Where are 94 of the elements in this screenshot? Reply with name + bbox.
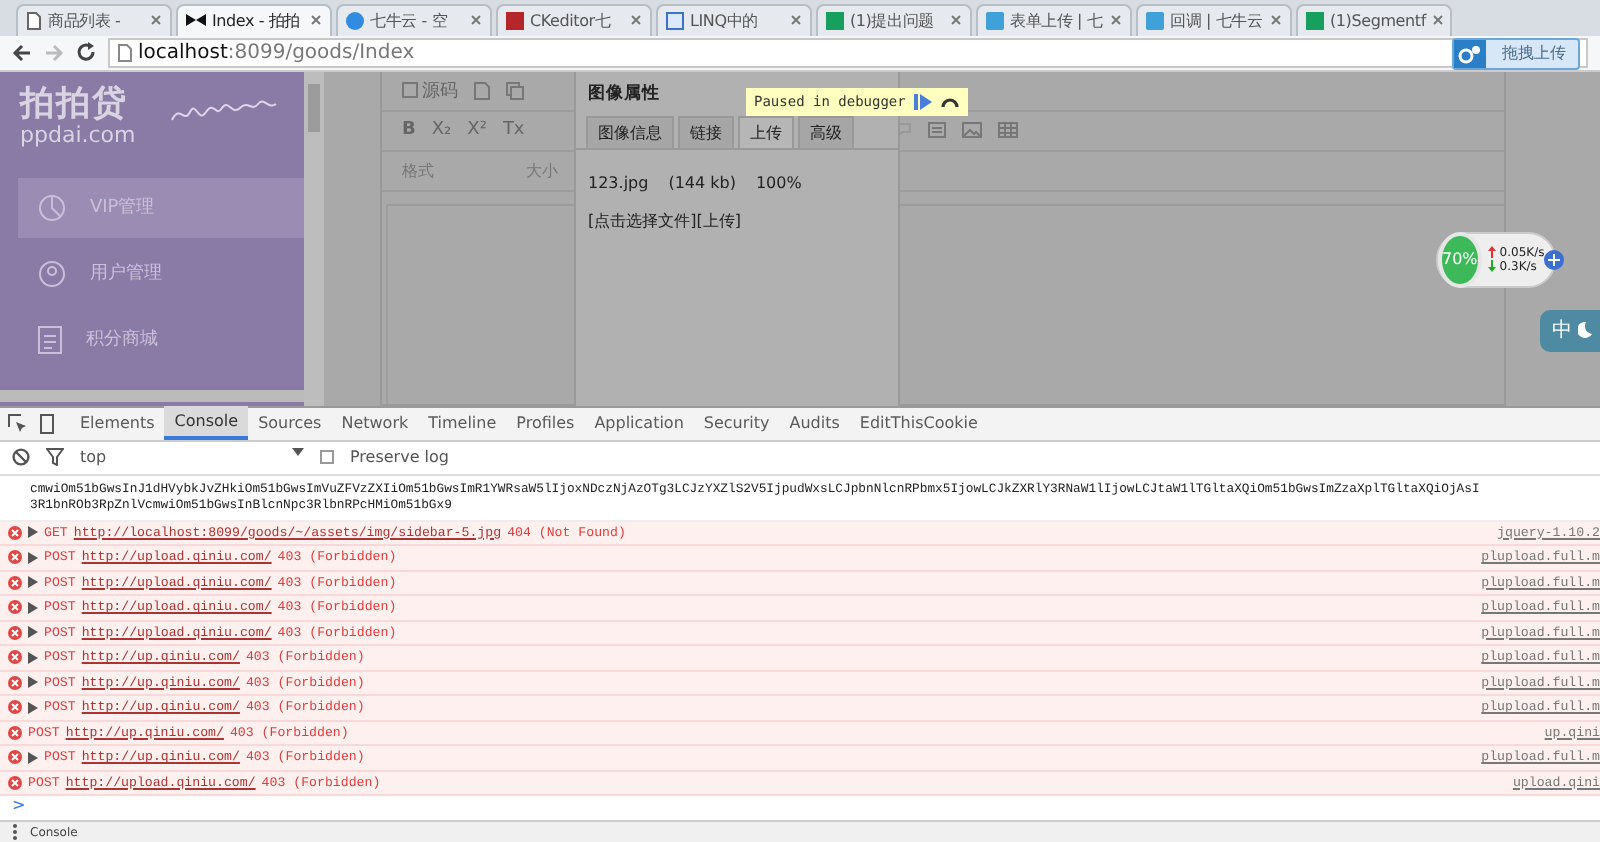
close-icon[interactable] bbox=[1431, 14, 1444, 27]
dialog-tab[interactable]: 链接 bbox=[678, 115, 734, 148]
devtools-tab[interactable]: Sources bbox=[248, 406, 332, 440]
error-icon bbox=[8, 600, 22, 615]
browser-tab[interactable]: 商品列表 - bbox=[16, 3, 172, 36]
file-size: (144 kb) bbox=[668, 173, 736, 192]
sf-logo-icon bbox=[826, 11, 844, 30]
close-icon[interactable] bbox=[470, 14, 482, 27]
browser-tab[interactable]: 回调 | 七牛云 bbox=[1136, 3, 1292, 36]
expand-icon[interactable] bbox=[28, 651, 38, 664]
page-icon bbox=[118, 43, 132, 62]
close-icon[interactable] bbox=[1110, 14, 1122, 27]
close-icon[interactable] bbox=[950, 14, 962, 27]
browser-tab[interactable]: (1)Segmentf bbox=[1296, 3, 1452, 36]
expand-icon[interactable] bbox=[28, 676, 38, 689]
context-select[interactable]: top bbox=[80, 448, 304, 466]
devtools-tab[interactable]: Audits bbox=[779, 406, 850, 440]
ime-button[interactable]: 中 bbox=[1540, 309, 1600, 352]
logo-subtext: ppdai.com bbox=[20, 123, 136, 148]
back-icon[interactable] bbox=[12, 43, 32, 62]
devtools-tab[interactable]: Security bbox=[693, 406, 780, 440]
sf-logo-icon bbox=[1306, 11, 1324, 30]
down-arrow-icon bbox=[1487, 260, 1496, 273]
expand-icon[interactable] bbox=[28, 701, 38, 714]
step-over-icon[interactable] bbox=[939, 94, 960, 109]
menu-icon[interactable] bbox=[12, 824, 18, 840]
close-icon[interactable] bbox=[1270, 14, 1282, 27]
error-icon bbox=[8, 775, 22, 790]
expand-icon[interactable] bbox=[28, 626, 38, 639]
memory-percent: 70% bbox=[1438, 231, 1482, 288]
devtools-tab[interactable]: Application bbox=[584, 406, 694, 440]
browser-tab[interactable]: 表单上传 | 七 bbox=[976, 3, 1132, 36]
circle-icon bbox=[346, 11, 364, 30]
error-icon bbox=[8, 575, 22, 590]
close-icon[interactable] bbox=[310, 14, 322, 27]
user-icon bbox=[38, 259, 66, 288]
error-icon bbox=[8, 750, 22, 765]
console-prompt[interactable]: > bbox=[0, 796, 1600, 820]
clipboard-icon bbox=[38, 324, 62, 355]
dialog-title: 图像属性 bbox=[588, 81, 660, 106]
error-icon bbox=[8, 700, 22, 715]
browser-tab[interactable]: 七牛云 - 空 bbox=[336, 3, 492, 36]
dialog-tab[interactable]: 上传 bbox=[738, 115, 794, 148]
dialog-tab[interactable]: 高级 bbox=[798, 115, 854, 148]
m-logo-icon bbox=[506, 11, 524, 30]
close-icon[interactable] bbox=[790, 14, 802, 27]
error-icon bbox=[8, 650, 22, 665]
devtools-tab[interactable]: Console bbox=[164, 406, 249, 440]
devtools-tab[interactable]: Elements bbox=[70, 406, 165, 440]
preserve-log-label: Preserve log bbox=[350, 448, 449, 466]
expand-icon[interactable] bbox=[28, 526, 38, 539]
plus-icon[interactable] bbox=[1544, 249, 1565, 270]
expand-icon[interactable] bbox=[28, 601, 38, 614]
dialog-tab[interactable]: 图像信息 bbox=[586, 115, 674, 148]
logo-text: 拍拍贷 bbox=[20, 83, 128, 124]
expand-icon[interactable] bbox=[28, 576, 38, 589]
device-icon[interactable] bbox=[40, 413, 58, 433]
scrollbar[interactable] bbox=[304, 71, 324, 405]
devtools-tab[interactable]: Network bbox=[331, 406, 419, 440]
upload-extension-button[interactable]: 拖拽上传 bbox=[1452, 37, 1580, 70]
close-icon[interactable] bbox=[630, 14, 642, 27]
devtools-tab[interactable]: EditThisCookie bbox=[849, 406, 988, 440]
devtools-tab[interactable]: Timeline bbox=[418, 406, 507, 440]
devtools-tab[interactable]: Profiles bbox=[506, 406, 585, 440]
preserve-log-checkbox[interactable] bbox=[320, 450, 334, 464]
error-icon bbox=[8, 625, 22, 640]
filter-icon[interactable] bbox=[46, 448, 64, 466]
square-icon bbox=[666, 11, 684, 30]
file-name: 123.jpg bbox=[588, 173, 649, 192]
resume-icon[interactable] bbox=[913, 93, 932, 110]
clear-icon[interactable] bbox=[12, 448, 30, 466]
progress-text: 100% bbox=[755, 173, 802, 192]
page-icon bbox=[26, 11, 42, 30]
expand-icon[interactable] bbox=[28, 551, 38, 564]
browser-tab[interactable]: CKeditor七 bbox=[496, 3, 652, 36]
reload-icon[interactable] bbox=[76, 42, 96, 63]
browser-tab[interactable]: LINQ中的 bbox=[656, 3, 812, 36]
error-icon bbox=[8, 725, 22, 740]
inspect-icon[interactable] bbox=[8, 413, 28, 433]
cloud-icon bbox=[1146, 11, 1164, 30]
error-icon bbox=[8, 525, 22, 540]
expand-icon[interactable] bbox=[28, 751, 38, 764]
choose-file-link[interactable]: [点击选择文件][上传] bbox=[588, 209, 886, 232]
browser-tab[interactable]: Index - 拍拍 bbox=[176, 3, 332, 36]
cloud-icon bbox=[986, 11, 1004, 30]
error-icon bbox=[8, 675, 22, 690]
moon-icon bbox=[1578, 322, 1592, 339]
up-arrow-icon bbox=[1487, 246, 1496, 259]
bow-icon bbox=[186, 14, 206, 27]
dropdown-caret-icon bbox=[292, 448, 304, 456]
error-icon bbox=[8, 550, 22, 565]
browser-tab[interactable]: (1)提出问题 bbox=[816, 3, 972, 36]
pie-chart-icon bbox=[38, 193, 66, 222]
close-icon[interactable] bbox=[150, 14, 162, 27]
